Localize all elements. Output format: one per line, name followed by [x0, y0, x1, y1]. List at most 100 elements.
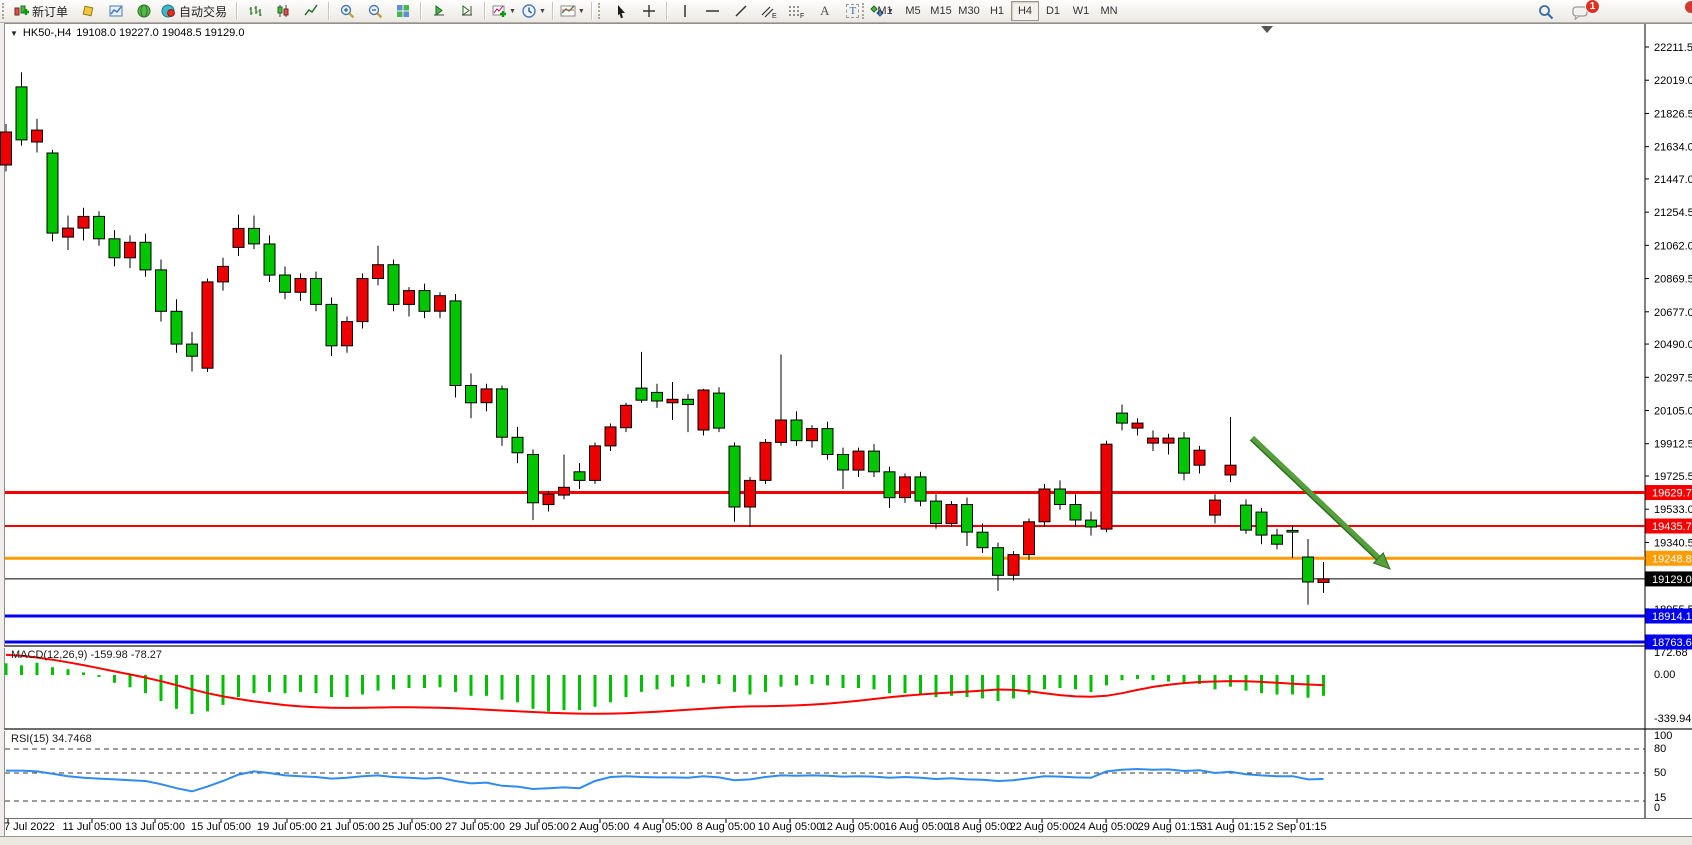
- price-tick-label: 21062.0: [1654, 240, 1692, 252]
- period-button[interactable]: ▼: [519, 0, 549, 22]
- trendline-tool-button[interactable]: [727, 0, 755, 22]
- bar-chart-button[interactable]: [241, 0, 269, 22]
- candle: [729, 446, 740, 507]
- price-line-label: 19248.8: [1652, 553, 1692, 565]
- tf-button-w1[interactable]: W1: [1067, 1, 1095, 21]
- rsi-axis-label: 0: [1654, 802, 1660, 814]
- toolbar-grip[interactable]: [2, 3, 9, 19]
- autotrade-icon: [161, 4, 176, 18]
- equidistant-channel-tool-button[interactable]: E: [755, 0, 783, 22]
- candle: [977, 532, 988, 548]
- clock-icon: [522, 4, 537, 19]
- candle: [1225, 465, 1236, 475]
- tf-button-h1[interactable]: H1: [983, 1, 1011, 21]
- candle: [450, 301, 461, 386]
- dropdown-caret-icon: ▼: [509, 8, 516, 15]
- chart-ohlc-readout: 19108.0 19227.0 19048.5 19129.0: [76, 27, 244, 39]
- time-tick-label: 7 Jul 2022: [4, 821, 55, 833]
- time-tick-label: 31 Aug 01:15: [1201, 821, 1266, 833]
- time-tick-label: 2 Sep 01:15: [1267, 821, 1326, 833]
- vertical-line-icon: [680, 4, 690, 18]
- candle: [559, 487, 570, 495]
- vertical-line-tool-button[interactable]: [671, 0, 699, 22]
- chart-canvas[interactable]: 22211.522019.021826.521634.021447.021254…: [0, 0, 1692, 845]
- candle: [435, 296, 446, 312]
- zoom-out-button[interactable]: [361, 0, 389, 22]
- tf-button-m5[interactable]: M5: [899, 1, 927, 21]
- tf-button-h4-active[interactable]: H4: [1011, 1, 1039, 21]
- svg-text:F: F: [800, 13, 804, 19]
- rsi-panel[interactable]: [5, 749, 1645, 801]
- template-icon: [560, 4, 576, 18]
- panel-separators[interactable]: [4, 645, 1692, 819]
- line-chart-button[interactable]: [297, 0, 325, 22]
- price-tick-label: 19340.5: [1654, 537, 1692, 549]
- price-tick-label: 19533.0: [1654, 504, 1692, 516]
- navigator-button[interactable]: [130, 0, 158, 22]
- status-bar: [0, 836, 1692, 845]
- candle: [280, 275, 291, 292]
- auto-scroll-button[interactable]: [425, 0, 453, 22]
- indicator-list-button[interactable]: [74, 0, 102, 22]
- search-button[interactable]: [1532, 1, 1560, 23]
- toolbar-separator: [552, 2, 554, 20]
- tile-windows-button[interactable]: [389, 0, 417, 22]
- add-indicator-button[interactable]: ▼: [489, 0, 519, 22]
- trend-arrow-annotation[interactable]: [1250, 438, 1390, 569]
- candle: [16, 87, 27, 140]
- tf-button-m1[interactable]: M1: [871, 1, 899, 21]
- toolbar-grip[interactable]: [598, 3, 605, 19]
- candle: [574, 472, 585, 481]
- candle: [311, 279, 322, 305]
- line-chart-icon: [304, 4, 318, 18]
- cursor-tool-button[interactable]: [607, 0, 635, 22]
- candle: [931, 501, 942, 523]
- horizontal-line-tool-button[interactable]: [699, 0, 727, 22]
- time-axis[interactable]: 7 Jul 202211 Jul 05:0013 Jul 05:0015 Jul…: [4, 819, 1327, 833]
- time-tick-label: 2 Aug 05:00: [571, 821, 630, 833]
- market-watch-button[interactable]: [102, 0, 130, 22]
- price-axis[interactable]: 22211.522019.021826.521634.021447.021254…: [1645, 24, 1692, 818]
- cursor-arrow-icon: [614, 4, 628, 19]
- macd-panel[interactable]: [6, 655, 1324, 714]
- tf-button-mn[interactable]: MN: [1095, 1, 1123, 21]
- candlestick-chart-button[interactable]: [269, 0, 297, 22]
- collapse-marker-icon[interactable]: ▼: [10, 29, 18, 38]
- rsi-axis-label: 100: [1654, 730, 1672, 742]
- fibonacci-tool-button[interactable]: F: [783, 0, 811, 22]
- price-tick-label: 21634.0: [1654, 142, 1692, 154]
- candle: [342, 322, 353, 346]
- candle: [683, 399, 694, 404]
- macd-axis-label: -339.94: [1654, 713, 1691, 725]
- candle: [512, 437, 523, 453]
- candle: [202, 282, 213, 368]
- candles-layer[interactable]: [1, 72, 1330, 604]
- zoom-in-button[interactable]: [333, 0, 361, 22]
- chart-symbol-period: HK50-,H4: [23, 27, 71, 39]
- horizontal-price-lines[interactable]: [5, 493, 1645, 642]
- candle: [838, 455, 849, 471]
- notifications-button[interactable]: 1: [1566, 1, 1594, 23]
- template-button[interactable]: ▼: [557, 0, 588, 22]
- text-tool-button[interactable]: A: [811, 0, 839, 22]
- chart-shift-marker[interactable]: [1261, 26, 1273, 33]
- candle: [419, 291, 430, 312]
- candle: [1039, 489, 1050, 522]
- new-order-button[interactable]: 新订单: [11, 0, 74, 22]
- candle: [187, 344, 198, 356]
- toolbar-grip[interactable]: [862, 3, 869, 19]
- candle: [915, 477, 926, 501]
- chart-shift-button[interactable]: [453, 0, 481, 22]
- price-tick-label: 22019.0: [1654, 75, 1692, 87]
- candle: [404, 291, 415, 305]
- tf-button-d1[interactable]: D1: [1039, 1, 1067, 21]
- tf-button-m30[interactable]: M30: [955, 1, 983, 21]
- crosshair-tool-button[interactable]: [635, 0, 663, 22]
- dropdown-caret-icon: ▼: [539, 8, 546, 15]
- autotrade-button[interactable]: 自动交易: [158, 0, 233, 22]
- svg-text:E: E: [772, 13, 777, 19]
- candle: [264, 244, 275, 275]
- candle: [853, 451, 864, 470]
- candle: [1179, 438, 1190, 473]
- tf-button-m15[interactable]: M15: [927, 1, 955, 21]
